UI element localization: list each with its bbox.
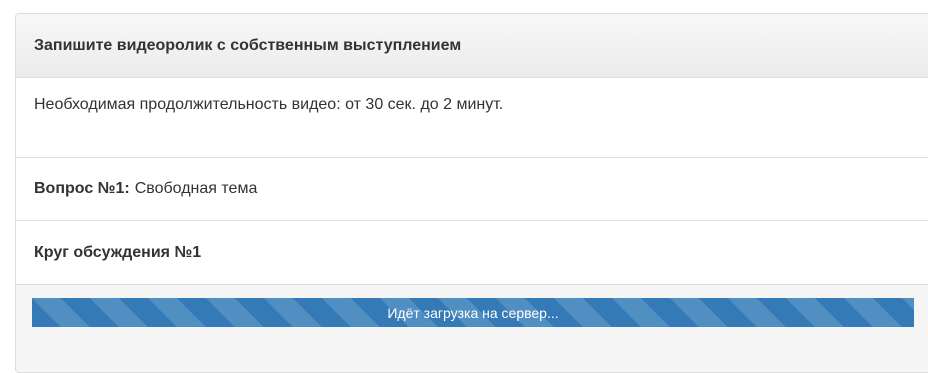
- upload-progress: Идёт загрузка на сервер...: [32, 298, 914, 327]
- round-title: Круг обсуждения №1: [34, 243, 202, 261]
- panel-heading: Запишите видеоролик с собственным выступ…: [16, 14, 928, 78]
- round-title-row: Круг обсуждения №1: [16, 221, 928, 285]
- duration-requirement: Необходимая продолжительность видео: от …: [16, 78, 928, 158]
- question-row: Вопрос №1: Свободная тема: [16, 158, 928, 221]
- upload-progress-bar: Идёт загрузка на сервер...: [32, 298, 914, 327]
- duration-text: Необходимая продолжительность видео: от …: [34, 96, 504, 113]
- panel-title: Запишите видеоролик с собственным выступ…: [34, 36, 462, 54]
- question-value: Свободная тема: [134, 180, 258, 197]
- recording-panel: Запишите видеоролик с собственным выступ…: [15, 13, 928, 373]
- question-label: Вопрос №1:: [34, 180, 130, 197]
- upload-status-text: Идёт загрузка на сервер...: [387, 304, 559, 321]
- upload-footer: Идёт загрузка на сервер...: [16, 285, 928, 372]
